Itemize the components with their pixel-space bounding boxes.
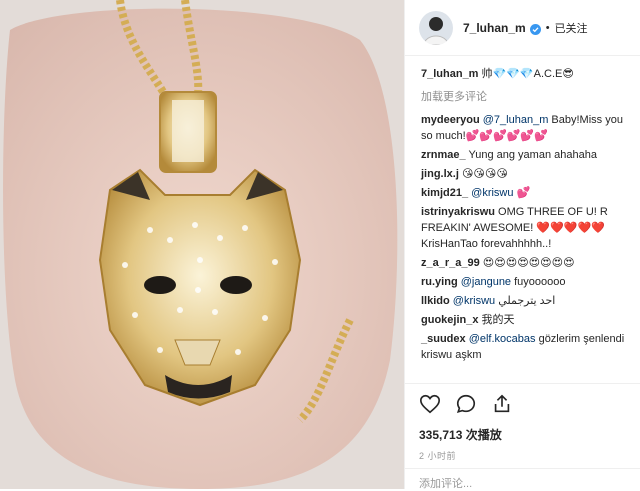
post-side-panel: 7_luhan_m • 已关注 7_luhan_m 帅💎💎💎A.C.E😎 加载更…: [404, 0, 640, 490]
comment-text: 💕: [513, 187, 531, 199]
comment-item: zrnmae_ Yung ang yaman ahahaha: [421, 147, 628, 163]
comment-text: احد يترجملي: [495, 295, 556, 307]
separator-dot: •: [545, 21, 550, 34]
comment-item: mydeeryou @7_luhan_m Baby!Miss you so mu…: [421, 112, 628, 144]
comment-mention[interactable]: @jangune: [461, 276, 511, 288]
comment-mention[interactable]: @kriswu: [453, 295, 495, 307]
caption: 7_luhan_m 帅💎💎💎A.C.E😎: [421, 66, 628, 82]
post-photo[interactable]: [0, 0, 404, 489]
post-header: 7_luhan_m • 已关注: [405, 0, 640, 56]
comment-item: kimjd21_ @kriswu 💕: [421, 185, 628, 201]
comment-mention[interactable]: @elf.kocabas: [469, 333, 536, 345]
caption-username[interactable]: 7_luhan_m: [421, 68, 478, 80]
heart-icon[interactable]: [419, 393, 441, 415]
comment-username[interactable]: ru.ying: [421, 276, 458, 288]
comment-username[interactable]: zrnmae_: [421, 149, 466, 161]
caption-text: 帅💎💎💎A.C.E😎: [481, 68, 574, 80]
action-icons: [419, 392, 627, 416]
follow-status-button[interactable]: 已关注: [555, 20, 588, 36]
comment-item: istrinyakriswu OMG THREE OF U! R FREAKIN…: [421, 204, 628, 252]
author-username[interactable]: 7_luhan_m: [463, 21, 526, 35]
post-timestamp: 2 小时前: [419, 451, 457, 461]
comment-username[interactable]: guokejin_x: [421, 314, 478, 326]
add-comment-input[interactable]: 添加评论...: [405, 468, 640, 490]
comment-username[interactable]: z_a_r_a_99: [421, 257, 480, 269]
comment-text: fuyoooooo: [511, 276, 566, 288]
comment-item: ru.ying @jangune fuyoooooo: [421, 274, 628, 290]
comment-username[interactable]: istrinyakriswu: [421, 206, 495, 218]
pendant-image: [0, 0, 404, 489]
post-actions: 335,713 次播放 2 小时前: [405, 383, 640, 462]
share-icon[interactable]: [491, 393, 513, 415]
view-count[interactable]: 335,713 次播放: [419, 426, 627, 443]
comment-icon[interactable]: [455, 393, 477, 415]
comment-item: llkido @kriswu احد يترجملي: [421, 293, 628, 309]
comment-text: Yung ang yaman ahahaha: [468, 149, 597, 161]
comment-item: _suudex @elf.kocabas gözlerim şenlendi k…: [421, 331, 628, 363]
comment-username[interactable]: _suudex: [421, 333, 466, 345]
comment-username[interactable]: jing.lx.j: [421, 168, 459, 180]
comment-item: z_a_r_a_99 😍😍😍😍😍😍😍😍: [421, 255, 628, 271]
comment-item: jing.lx.j 😘😘😘😘: [421, 166, 628, 182]
comment-text: 我的天: [481, 314, 515, 326]
comments-list: 7_luhan_m 帅💎💎💎A.C.E😎 加载更多评论 mydeeryou @7…: [405, 56, 640, 379]
author-avatar[interactable]: [419, 10, 453, 45]
comment-item: guokejin_x 我的天: [421, 312, 628, 328]
avatar-image: [419, 10, 453, 45]
load-more-comments-link[interactable]: 加载更多评论: [421, 88, 628, 104]
comment-text: 😘😘😘😘: [461, 168, 508, 180]
comment-username[interactable]: llkido: [421, 295, 450, 307]
verified-badge-icon: [529, 22, 541, 35]
comment-mention[interactable]: @7_luhan_m: [483, 114, 549, 126]
comment-text: 😍😍😍😍😍😍😍😍: [482, 257, 575, 269]
comment-username[interactable]: mydeeryou: [421, 114, 480, 126]
comment-username[interactable]: kimjd21_: [421, 187, 468, 199]
instagram-post-view: 7_luhan_m • 已关注 7_luhan_m 帅💎💎💎A.C.E😎 加载更…: [0, 0, 640, 490]
comment-mention[interactable]: @kriswu: [471, 187, 513, 199]
